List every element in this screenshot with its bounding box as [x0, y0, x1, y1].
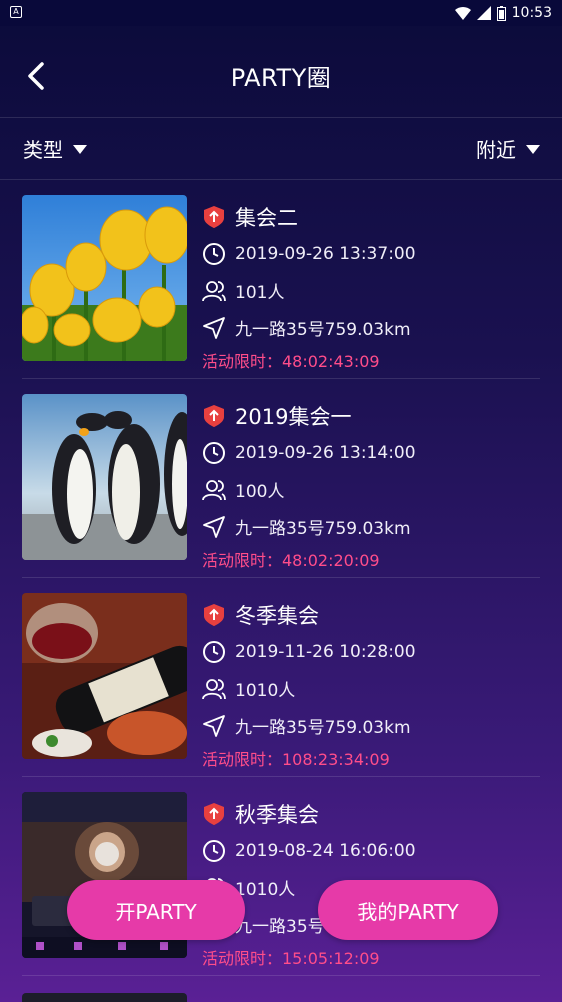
navigation-icon [203, 714, 225, 737]
party-datetime: 2019-08-24 16:06:00 [235, 840, 416, 861]
clock-icon [203, 839, 225, 862]
party-datetime: 2019-09-26 13:37:00 [235, 243, 416, 264]
clock-icon [203, 242, 225, 265]
party-thumbnail [22, 394, 187, 560]
party-card[interactable]: 秋季集会 2019-08-24 16:06:00 1010人 九一路35号759… [22, 777, 540, 976]
party-thumbnail [22, 195, 187, 361]
party-time-limit: 活动限时：48:02:20:09 [202, 551, 380, 570]
notification-icon: A [10, 6, 22, 18]
party-time-limit: 活动限时：48:02:43:09 [202, 352, 380, 371]
shield-badge-icon [204, 802, 224, 825]
my-party-button[interactable]: 我的PARTY [318, 880, 498, 940]
party-info: 冬季集会 2019-11-26 10:28:00 1010人 九一路35号759… [202, 596, 542, 770]
party-time-limit: 活动限时：15:05:12:09 [202, 949, 380, 968]
open-party-button[interactable]: 开PARTY [67, 880, 245, 940]
party-people-count: 101人 [235, 283, 285, 303]
caret-down-icon [73, 145, 87, 154]
party-info: 集会二 2019-09-26 13:37:00 101人 九一路35号759.0… [202, 198, 542, 372]
party-location: 九一路35号759.03km [235, 519, 411, 539]
signal-icon [476, 6, 491, 20]
type-filter-dropdown[interactable]: 类型 [23, 134, 87, 163]
status-indicators: 10:53 [454, 4, 552, 22]
status-bar: A 10:53 [0, 0, 562, 26]
shield-badge-icon [204, 205, 224, 228]
party-location: 九一路35号759.03km [235, 718, 411, 738]
party-name: 冬季集会 [235, 603, 319, 628]
party-info: 2019集会一 2019-09-26 13:14:00 100人 九一路35号7… [202, 397, 542, 571]
party-location: 九一路35号759.03km [235, 320, 411, 340]
party-card[interactable]: 冬季集会 2019-11-26 10:28:00 1010人 九一路35号759… [22, 578, 540, 777]
party-list: 集会二 2019-09-26 13:37:00 101人 九一路35号759.0… [0, 180, 562, 976]
nearby-filter-dropdown[interactable]: 附近 [476, 134, 540, 163]
filter-bar: 类型 附近 [0, 118, 562, 180]
clock-icon [203, 640, 225, 663]
party-people-count: 100人 [235, 482, 285, 502]
party-time-limit: 活动限时：108:23:34:09 [202, 750, 390, 769]
navigation-icon [203, 316, 225, 339]
party-card[interactable]: 2019集会一 2019-09-26 13:14:00 100人 九一路35号7… [22, 379, 540, 578]
party-name: 秋季集会 [235, 802, 319, 827]
shield-badge-icon [204, 404, 224, 427]
shield-badge-icon [204, 603, 224, 626]
app-header: PARTY圈 [0, 26, 562, 118]
party-people-count: 1010人 [235, 880, 296, 900]
party-datetime: 2019-09-26 13:14:00 [235, 442, 416, 463]
next-party-thumbnail-partial [22, 993, 187, 1002]
party-thumbnail [22, 593, 187, 759]
party-card[interactable]: 集会二 2019-09-26 13:37:00 101人 九一路35号759.0… [22, 180, 540, 379]
party-datetime: 2019-11-26 10:28:00 [235, 641, 416, 662]
clock: 10:53 [511, 5, 552, 21]
party-name: 2019集会一 [235, 404, 352, 429]
navigation-icon [203, 515, 225, 538]
clock-icon [203, 441, 225, 464]
party-name: 集会二 [235, 205, 298, 230]
people-icon [202, 678, 226, 699]
people-icon [202, 280, 226, 301]
nearby-filter-label: 附近 [476, 138, 516, 162]
caret-down-icon [526, 145, 540, 154]
people-icon [202, 479, 226, 500]
page-title: PARTY圈 [230, 64, 332, 92]
battery-icon [496, 5, 506, 21]
type-filter-label: 类型 [23, 138, 63, 162]
wifi-icon [454, 7, 471, 20]
party-people-count: 1010人 [235, 681, 296, 701]
